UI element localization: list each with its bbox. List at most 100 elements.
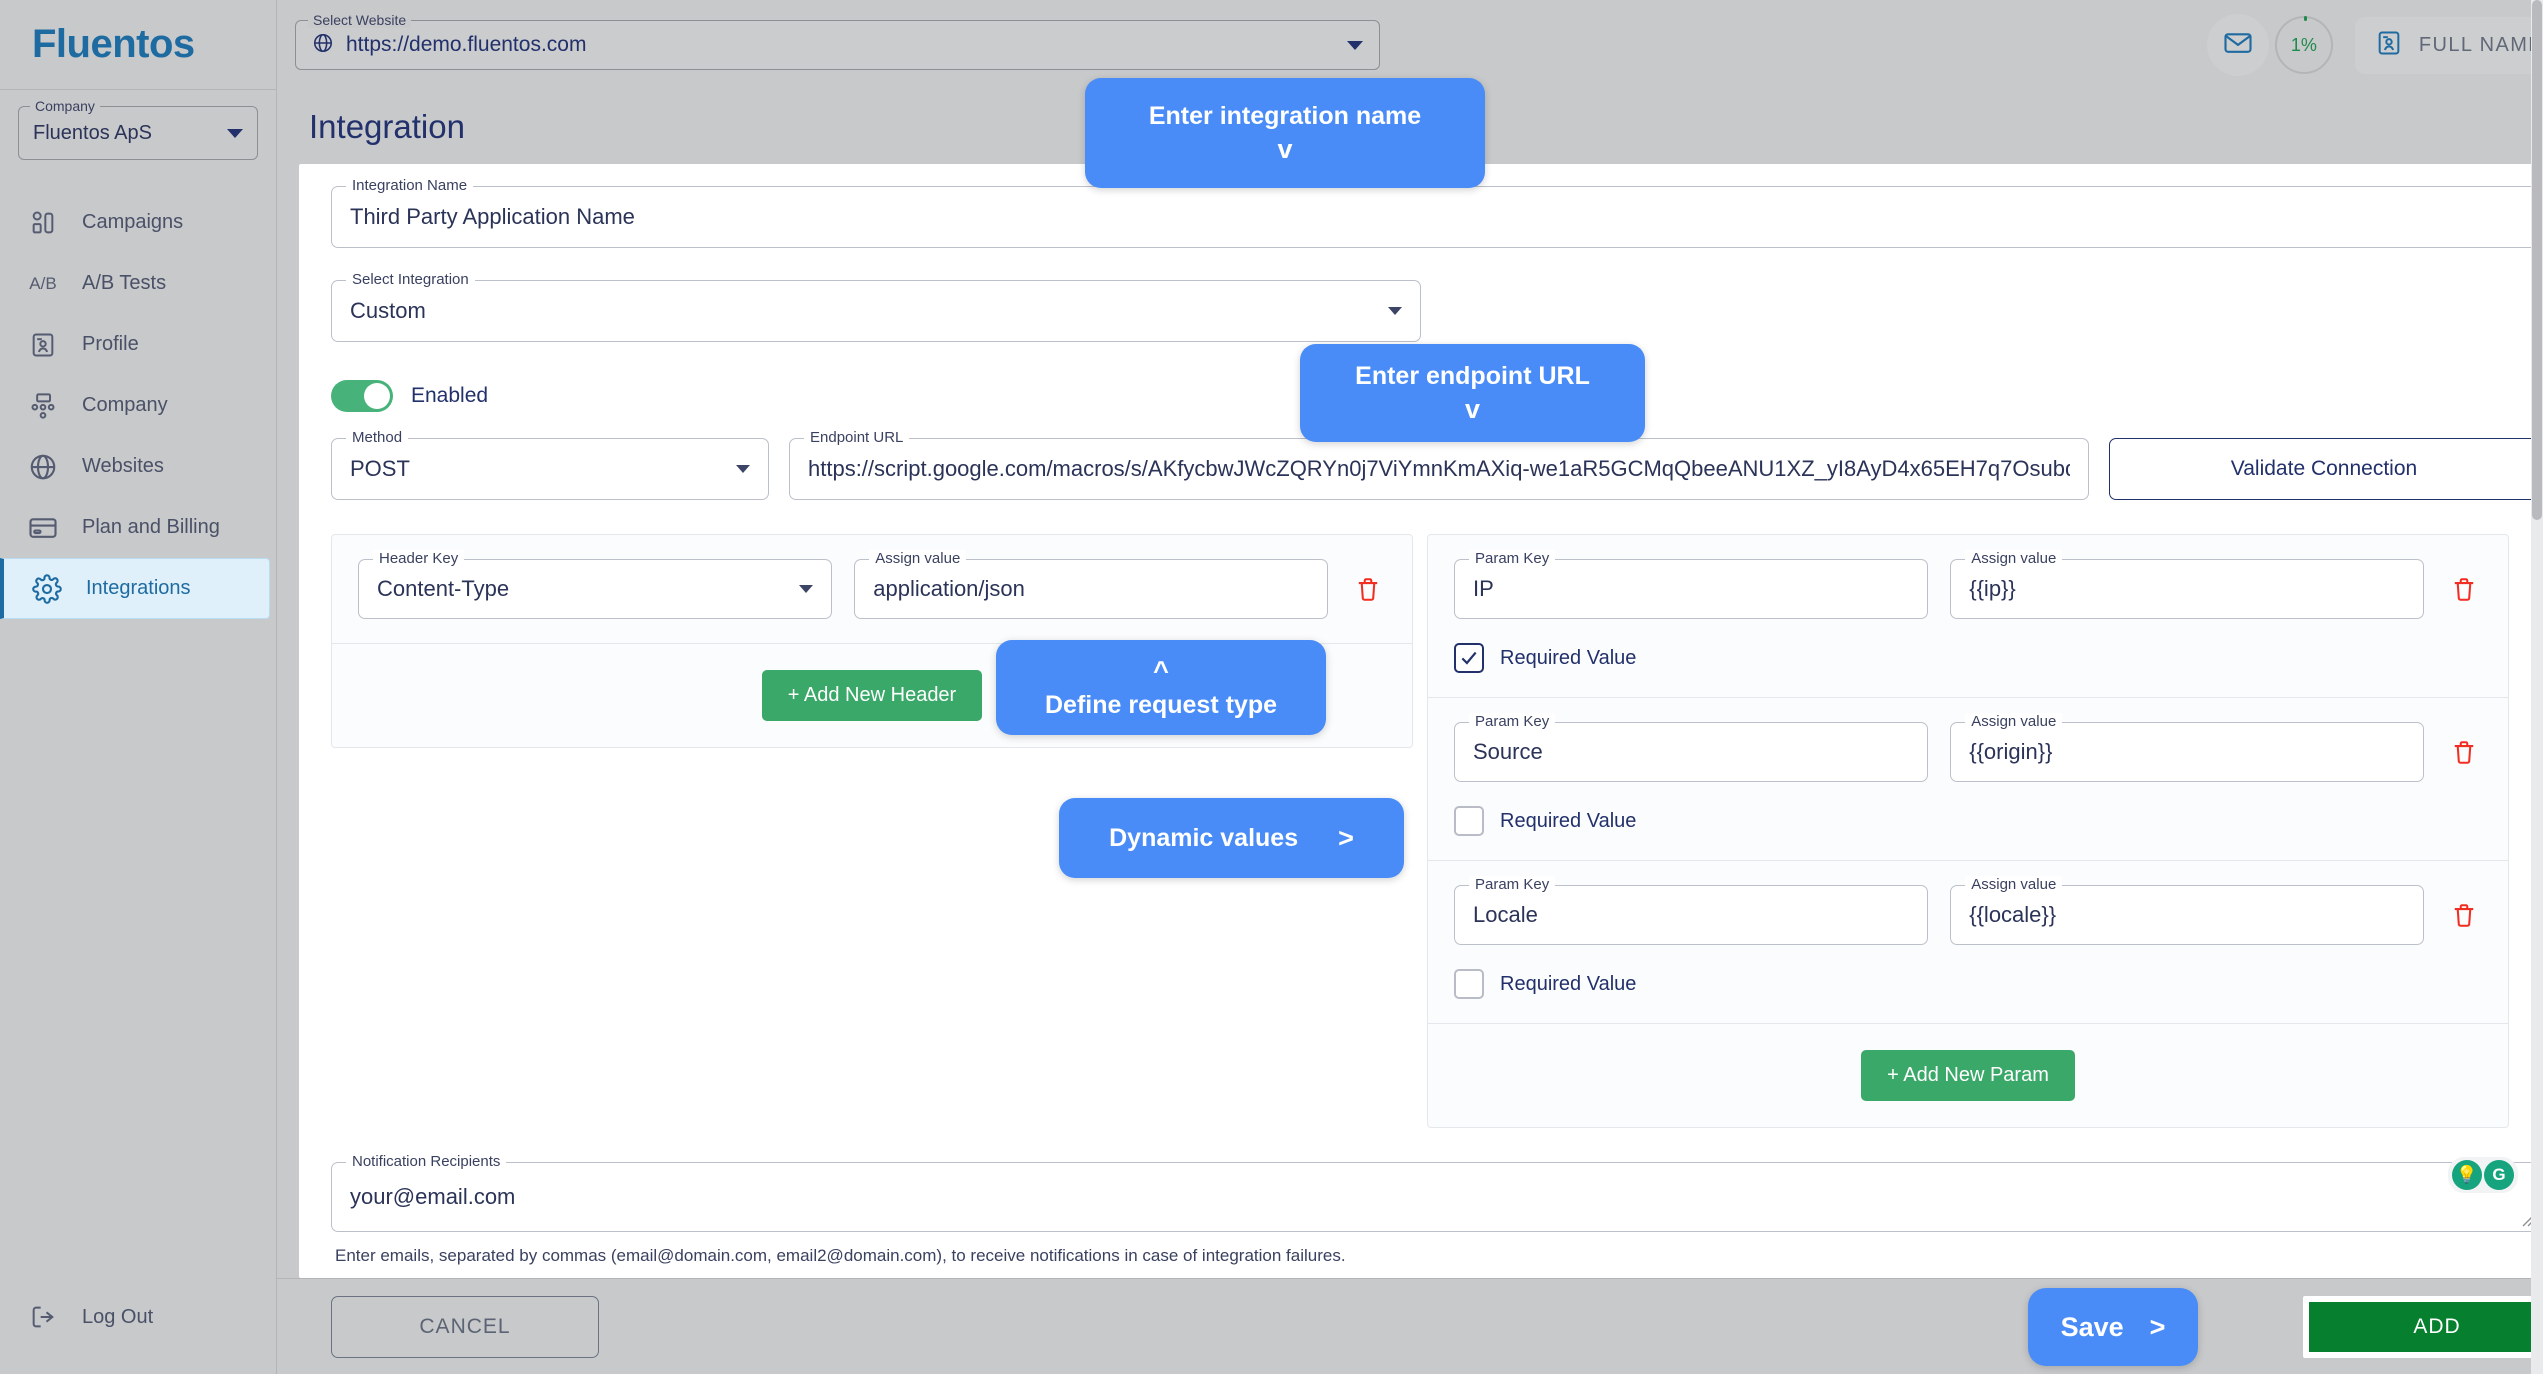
page-scrollbar[interactable] (2531, 0, 2543, 1374)
param-value-input[interactable]: {{ip}} (1969, 576, 2016, 602)
main-area: Select Website https://demo.fluentos.com… (277, 0, 2543, 1374)
param-key-field[interactable]: Param Key IP (1454, 550, 1929, 619)
chevron-down-icon: v (1464, 393, 1481, 424)
param-value-input[interactable]: {{origin}} (1969, 739, 2052, 765)
header-value-input[interactable]: application/json (873, 576, 1025, 602)
param-value-label: Assign value (1965, 713, 2063, 731)
method-value: POST (350, 456, 410, 481)
chevron-down-icon[interactable] (227, 128, 243, 138)
endpoint-url-field[interactable]: Endpoint URL https://script.google.com/m… (789, 429, 2089, 500)
add-new-header-button[interactable]: + Add New Header (761, 670, 983, 721)
chevron-down-icon[interactable] (1388, 307, 1402, 315)
sidebar-nav: Campaigns A/B A/B Tests Profile Company (0, 192, 276, 1286)
required-value-label: Required Value (1500, 646, 1637, 669)
method-endpoint-row: Method POST Endpoint URL https://script.… (331, 429, 2539, 500)
param-key-label: Param Key (1469, 713, 1556, 731)
org-chart-icon (26, 389, 60, 423)
chevron-down-icon[interactable] (799, 585, 814, 593)
required-value-checkbox[interactable] (1454, 643, 1484, 673)
sidebar-item-campaigns[interactable]: Campaigns (0, 192, 276, 253)
website-url-value: https://demo.fluentos.com (346, 33, 587, 56)
globe-icon (26, 450, 60, 484)
scrollbar-thumb[interactable] (2532, 0, 2542, 520)
logout-button[interactable]: Log Out (0, 1286, 276, 1348)
header-key-field[interactable]: Header Key Content-Type (358, 550, 833, 619)
tooltip-save[interactable]: Save > (2028, 1288, 2198, 1366)
sidebar-item-label: A/B Tests (82, 272, 167, 294)
param-row: Param Key IP Assign value {{ip}} (1428, 535, 2508, 643)
chevron-right-icon: > (1338, 822, 1354, 853)
header-value-field[interactable]: Assign value application/json (854, 550, 1329, 619)
sidebar-item-websites[interactable]: Websites (0, 436, 276, 497)
logout-icon (26, 1300, 60, 1334)
required-value-checkbox[interactable] (1454, 806, 1484, 836)
lightbulb-icon[interactable]: 💡 (2452, 1160, 2482, 1190)
tooltip-enter-endpoint-url[interactable]: Enter endpoint URL v (1300, 344, 1645, 442)
param-key-field[interactable]: Param Key Locale (1454, 876, 1929, 945)
company-value: Fluentos ApS (33, 121, 152, 144)
integration-name-input[interactable]: Third Party Application Name (350, 204, 635, 230)
validate-connection-button[interactable]: Validate Connection (2109, 438, 2539, 500)
chevron-down-icon[interactable] (1347, 40, 1363, 50)
sidebar-item-label: Campaigns (82, 211, 184, 233)
param-key-input[interactable]: Locale (1473, 902, 1538, 928)
chevron-down-icon[interactable] (736, 465, 750, 473)
param-value-field[interactable]: Assign value {{locale}} (1950, 876, 2425, 945)
cancel-button[interactable]: CANCEL (331, 1295, 599, 1358)
progress-ring[interactable]: 1% (2274, 16, 2333, 74)
endpoint-url-label: Endpoint URL (804, 429, 910, 447)
tooltip-text: Enter endpoint URL (1355, 361, 1590, 390)
sidebar-item-label: Profile (82, 333, 139, 355)
add-button[interactable]: ADD (2303, 1295, 2543, 1358)
header-key-value: Content-Type (377, 576, 510, 601)
endpoint-url-input[interactable]: https://script.google.com/macros/s/AKfyc… (808, 456, 2070, 482)
sidebar-item-profile[interactable]: Profile (0, 314, 276, 375)
website-select-label: Select Website (308, 12, 412, 28)
sidebar-item-label: Websites (82, 455, 164, 477)
sidebar-item-plan-and-billing[interactable]: Plan and Billing (0, 497, 276, 558)
add-new-param-button[interactable]: + Add New Param (1861, 1050, 2075, 1101)
param-value-field[interactable]: Assign value {{ip}} (1950, 550, 2425, 619)
user-menu[interactable]: FULL NAME (2354, 16, 2543, 74)
sidebar-item-company[interactable]: Company (0, 375, 276, 436)
tooltip-enter-integration-name[interactable]: Enter integration name v (1085, 78, 1485, 188)
param-key-input[interactable]: IP (1473, 576, 1494, 602)
notification-recipients-input[interactable]: your@email.com (350, 1184, 515, 1210)
chevron-down-icon: v (1277, 133, 1293, 164)
param-value-field[interactable]: Assign value {{origin}} (1950, 713, 2425, 782)
website-selector[interactable]: Select Website https://demo.fluentos.com (295, 12, 1380, 70)
delete-header-button[interactable] (1350, 559, 1386, 619)
grammarly-badge[interactable]: 💡 G (2448, 1157, 2518, 1193)
sidebar-item-label: Company (82, 394, 168, 416)
delete-param-button[interactable] (2446, 559, 2482, 619)
delete-param-button[interactable] (2446, 885, 2482, 945)
integration-name-label: Integration Name (346, 177, 474, 195)
brand-name: Fluentos (32, 22, 195, 66)
header-key-label: Header Key (373, 550, 465, 568)
header-row: Header Key Content-Type Assign value app… (332, 535, 1412, 643)
sidebar-item-ab-tests[interactable]: A/B A/B Tests (0, 253, 276, 314)
toggle-knob (364, 383, 390, 409)
brand-logo[interactable]: Fluentos (0, 0, 276, 90)
sidebar-item-integrations[interactable]: Integrations (0, 558, 270, 619)
topbar-actions: 1% FULL NAME (2206, 14, 2543, 76)
delete-param-button[interactable] (2446, 722, 2482, 782)
tooltip-define-request-type[interactable]: ^ Define request type (996, 640, 1326, 735)
required-value-checkbox[interactable] (1454, 969, 1484, 999)
method-field[interactable]: Method POST (331, 429, 769, 500)
param-value-input[interactable]: {{locale}} (1969, 902, 2056, 928)
integration-name-field[interactable]: Integration Name Third Party Application… (331, 177, 2539, 248)
select-integration-field[interactable]: Select Integration Custom (331, 271, 1421, 342)
param-value-label: Assign value (1965, 550, 2063, 568)
notification-recipients-field[interactable]: Notification Recipients your@email.com 💡… (331, 1153, 2539, 1232)
tooltip-dynamic-values[interactable]: Dynamic values > (1059, 798, 1404, 878)
globe-icon (312, 32, 334, 59)
param-key-label: Param Key (1469, 550, 1556, 568)
mail-button[interactable] (2206, 14, 2269, 76)
grammarly-icon[interactable]: G (2484, 1160, 2514, 1190)
enabled-toggle[interactable] (331, 380, 393, 412)
param-key-input[interactable]: Source (1473, 739, 1543, 765)
param-key-field[interactable]: Param Key Source (1454, 713, 1929, 782)
required-value-label: Required Value (1500, 972, 1637, 995)
company-selector[interactable]: Company Fluentos ApS (18, 98, 258, 160)
